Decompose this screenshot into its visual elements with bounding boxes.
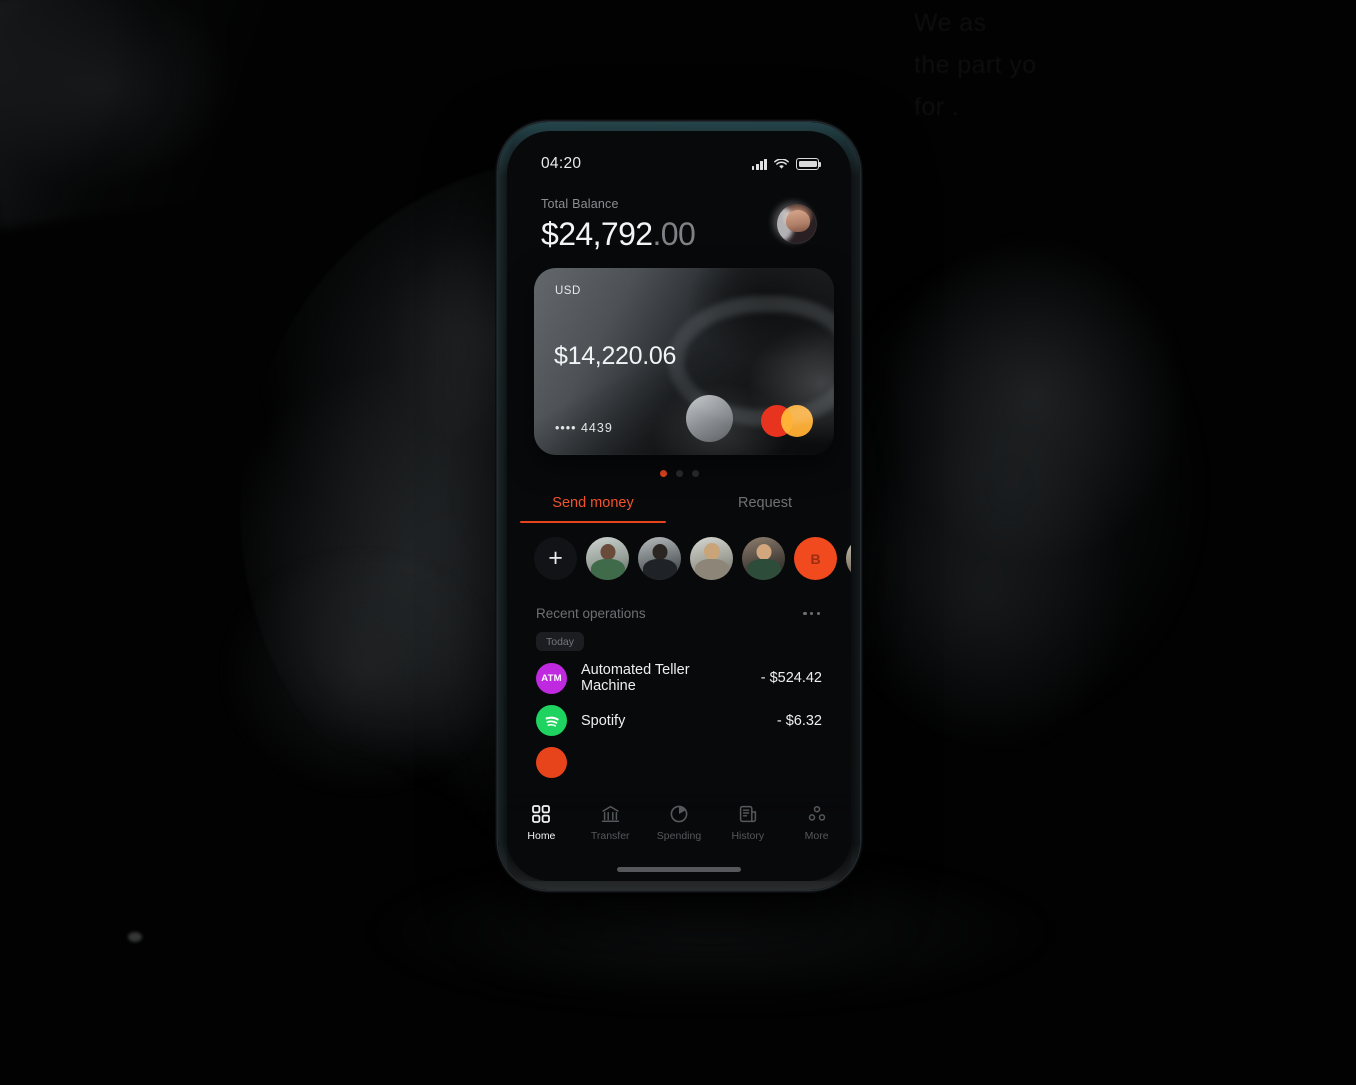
contact-avatar-2[interactable] <box>638 537 681 580</box>
transaction-row[interactable]: Spotify - $6.32 <box>507 694 851 737</box>
transaction-row[interactable]: ATM Automated Teller Machine - $524.42 <box>507 651 851 694</box>
ellipsis-icon[interactable] <box>801 606 822 621</box>
profile-avatar[interactable] <box>777 204 817 244</box>
home-indicator[interactable] <box>617 867 741 872</box>
receipt-icon <box>739 805 757 823</box>
transaction-row-partial[interactable] <box>507 736 851 779</box>
tab-request[interactable]: Request <box>679 495 851 523</box>
background-speck <box>128 932 142 942</box>
status-icon-group <box>751 158 822 170</box>
pager-dot-2[interactable] <box>675 470 683 477</box>
card-sphere-decoration <box>686 395 733 442</box>
card-currency: USD <box>555 285 581 297</box>
background-ghost-headline: We as the part yo for . <box>914 9 1037 121</box>
nav-label: Spending <box>656 830 702 842</box>
dots-cluster-icon <box>808 805 826 823</box>
nav-history[interactable]: History <box>713 805 782 842</box>
phone-screen: 04:20 Total Balance $24,792.00 USD $14,2… <box>507 131 851 881</box>
balance-header: Total Balance $24,792.00 <box>507 173 851 253</box>
bottom-navigation: Home Transfer Spending History More <box>507 793 851 881</box>
card-carousel: USD $14,220.06 •••• 4439 <box>507 253 851 455</box>
nav-label: Home <box>527 830 556 842</box>
balance-label: Total Balance <box>541 197 619 211</box>
battery-icon <box>796 158 822 170</box>
background-sculpture-lower-left <box>190 520 550 850</box>
tab-send-money[interactable]: Send money <box>507 495 679 524</box>
atm-icon: ATM <box>536 662 567 694</box>
recent-operations-header: Recent operations <box>507 580 851 621</box>
spotify-icon <box>536 705 567 737</box>
nav-label: Transfer <box>590 830 630 842</box>
transaction-name: Automated Teller Machine <box>581 662 690 695</box>
transaction-name: Spotify <box>581 712 626 729</box>
recent-operations-title: Recent operations <box>536 606 646 622</box>
pager-dot-3[interactable] <box>691 470 699 477</box>
balance-cents: .00 <box>652 216 696 252</box>
status-bar: 04:20 <box>507 131 851 173</box>
contact-avatar-4[interactable] <box>742 537 785 580</box>
card-masked-number: •••• 4439 <box>555 421 613 435</box>
status-time: 04:20 <box>541 155 582 172</box>
card-amount: $14,220.06 <box>554 342 677 370</box>
add-contact-button[interactable]: + <box>534 537 577 580</box>
contact-avatar-5[interactable] <box>846 537 851 580</box>
background-floor-glow <box>330 860 1090 1060</box>
background-sculpture-right <box>800 230 1220 750</box>
wifi-icon <box>774 158 789 170</box>
nav-label: History <box>731 830 765 842</box>
balance-block: Total Balance $24,792.00 <box>541 197 696 253</box>
signal-icon <box>751 158 767 170</box>
transaction-amount: - $524.42 <box>760 670 822 687</box>
nav-spending[interactable]: Spending <box>645 805 714 842</box>
transaction-amount: - $6.32 <box>776 712 822 729</box>
nav-label: More <box>804 830 829 842</box>
grid-icon <box>532 805 551 823</box>
balance-whole: $24,792 <box>541 216 653 252</box>
card-pager[interactable] <box>507 470 851 477</box>
contact-avatar-3[interactable] <box>690 537 733 580</box>
bank-card[interactable]: USD $14,220.06 •••• 4439 <box>534 268 834 455</box>
nav-home[interactable]: Home <box>507 805 576 842</box>
pie-chart-icon <box>670 805 688 823</box>
contact-avatar-1[interactable] <box>586 537 629 580</box>
nav-more[interactable]: More <box>782 805 851 842</box>
contacts-row: + B <box>507 523 851 580</box>
mastercard-icon <box>761 405 813 437</box>
pager-dot-1[interactable] <box>659 470 667 477</box>
nav-transfer[interactable]: Transfer <box>576 805 645 842</box>
contact-initial-b[interactable]: B <box>794 537 837 580</box>
phone-device: 04:20 Total Balance $24,792.00 USD $14,2… <box>498 122 860 890</box>
background-brush-mark <box>0 0 414 229</box>
scene: We as the part yo for . 04:20 Total Bala… <box>0 0 1356 1085</box>
balance-amount: $24,792.00 <box>541 216 696 253</box>
action-tabs: Send money Request <box>507 495 851 524</box>
bank-icon <box>601 805 620 823</box>
partial-icon <box>536 747 567 779</box>
day-chip-today: Today <box>536 632 585 652</box>
